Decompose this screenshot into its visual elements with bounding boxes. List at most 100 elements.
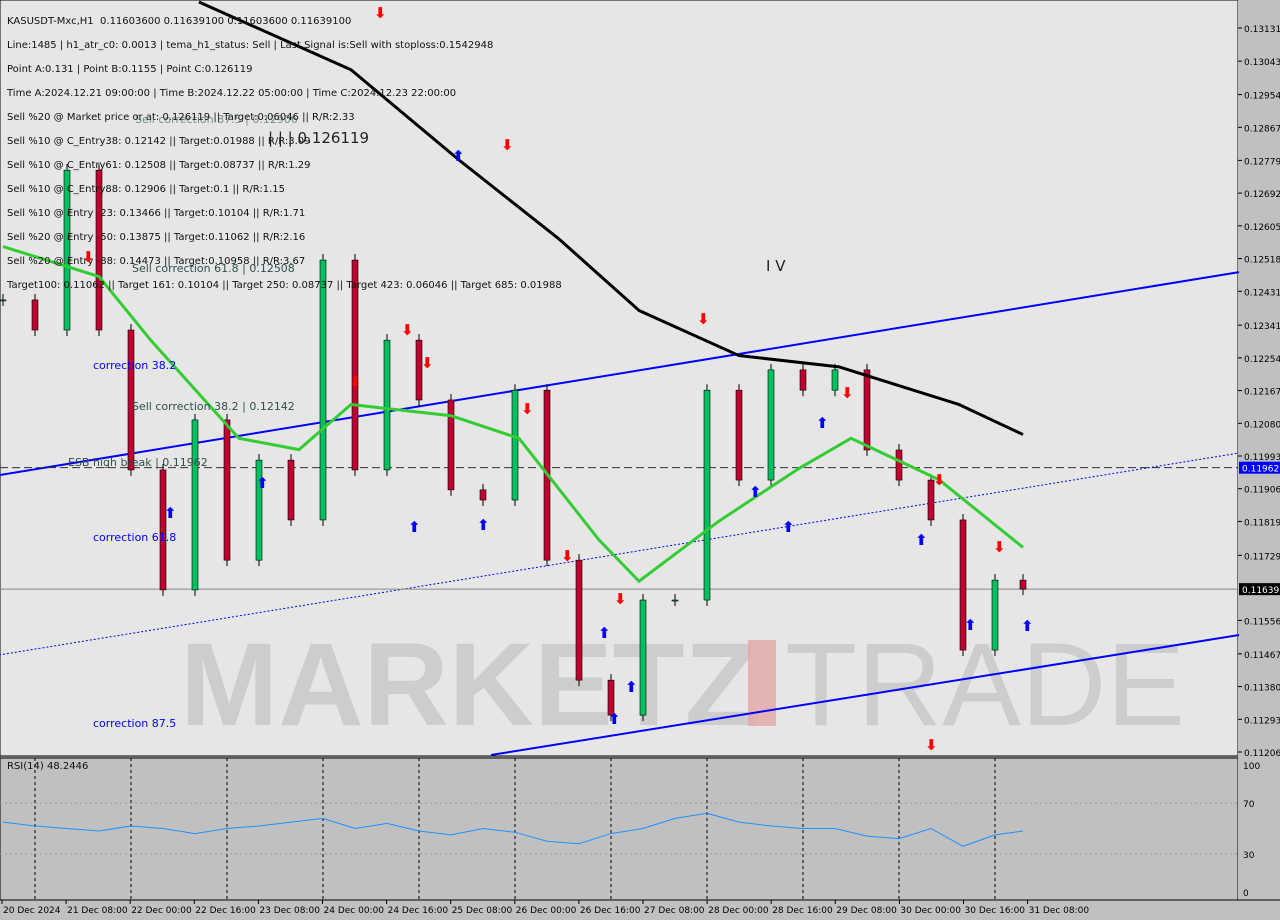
- y-tick-label: 0.12692: [1244, 190, 1280, 200]
- sell-arrow-icon: ⬇: [697, 310, 710, 328]
- buy-arrow-icon: ⬆: [256, 474, 269, 492]
- candle: [575, 559, 583, 681]
- candle: [895, 449, 903, 481]
- rsi-tick-label: 100: [1243, 762, 1260, 772]
- buy-arrow-icon: ⬆: [452, 147, 465, 165]
- info-line: Sell %10 @ Entry -23: 0.13466 || Target:…: [7, 208, 306, 219]
- watermark-logo: MARKETZ: [180, 619, 757, 751]
- sell-arrow-icon: ⬇: [925, 736, 938, 754]
- y-tick-label: 0.11467: [1244, 651, 1280, 661]
- y-tick-label: 0.12431: [1244, 288, 1280, 298]
- rsi-tick-label: 0: [1243, 889, 1249, 899]
- candle: [639, 599, 647, 716]
- candle: [703, 389, 711, 601]
- buy-arrow-icon: ⬆: [477, 516, 490, 534]
- buy-arrow-icon: ⬆: [164, 504, 177, 522]
- rsi-pane: [0, 757, 1239, 901]
- y-tick-label: 0.11556: [1244, 617, 1280, 627]
- x-tick-label: 24 Dec 00:00: [324, 906, 385, 916]
- sell-arrow-icon: ⬇: [374, 4, 387, 22]
- sell-arrow-icon: ⬇: [614, 590, 627, 608]
- rsi-tick-label: 30: [1243, 851, 1255, 861]
- sell-arrow-icon: ⬇: [841, 384, 854, 402]
- info-line: Sell %10 @ C_Entry61: 0.12508 || Target:…: [7, 160, 311, 171]
- info-line: Sell %10 @ C_Entry88: 0.12906 || Target:…: [7, 184, 286, 195]
- x-tick-label: 28 Dec 00:00: [708, 906, 769, 916]
- x-tick-label: 26 Dec 16:00: [580, 906, 641, 916]
- sell-arrow-icon: ⬇: [401, 321, 414, 339]
- y-tick-label: 0.11993: [1244, 453, 1280, 463]
- x-tick-label: 22 Dec 00:00: [131, 906, 192, 916]
- candle: [735, 389, 743, 481]
- candle: [383, 339, 391, 471]
- sell-arrow-icon: ⬇: [421, 354, 434, 372]
- buy-arrow-icon: ⬆: [608, 710, 621, 728]
- buy-arrow-icon: ⬆: [625, 678, 638, 696]
- correction-618-label: correction 61.8: [93, 531, 177, 544]
- y-tick-label: 0.11729: [1244, 552, 1280, 562]
- x-tick-label: 23 Dec 08:00: [259, 906, 320, 916]
- candle: [831, 369, 839, 391]
- buy-arrow-icon: ⬆: [915, 531, 928, 549]
- y-tick-label: 0.12867: [1244, 124, 1280, 134]
- sell-correction-618-label: Sell correction 61.8 | 0.12508: [132, 262, 295, 275]
- sell-arrow-icon: ⬇: [993, 538, 1006, 556]
- candle: [287, 459, 295, 521]
- info-line: Target100: 0.11062 || Target 161: 0.1010…: [7, 280, 562, 291]
- x-tick-label: 22 Dec 16:00: [195, 906, 256, 916]
- info-line: Point A:0.131 | Point B:0.1155 | Point C…: [7, 64, 253, 75]
- correction-875-label: correction 87.5: [93, 717, 177, 730]
- buy-arrow-icon: ⬆: [598, 624, 611, 642]
- buy-arrow-icon: ⬆: [749, 483, 762, 501]
- info-line: Sell %20 @ Entry -50: 0.13875 || Target:…: [7, 232, 306, 243]
- buy-arrow-icon: ⬆: [408, 518, 421, 536]
- esb-label: ESB high break | 0.11962: [68, 456, 208, 469]
- x-tick-label: 30 Dec 00:00: [900, 906, 961, 916]
- y-tick-label: 0.11380: [1244, 684, 1280, 694]
- candle: [863, 369, 871, 451]
- rsi-label: RSI(14) 48.2446: [7, 761, 89, 772]
- candle: [31, 299, 39, 331]
- candle: [799, 369, 807, 391]
- y-tick-label: 0.12954: [1244, 92, 1280, 102]
- last-price-label: 0.11639: [1242, 586, 1279, 596]
- buy-arrow-icon: ⬆: [964, 616, 977, 634]
- y-tick-label: 0.11206: [1244, 749, 1280, 759]
- buy-arrow-icon: ⬆: [816, 414, 829, 432]
- x-tick-label: 30 Dec 16:00: [965, 906, 1026, 916]
- y-tick-label: 0.12254: [1244, 355, 1280, 365]
- candle: [479, 489, 487, 501]
- sell-correction-875-label: Sell correction 87.5 | 0.12906: [135, 113, 298, 126]
- correction-382-label: correction 38.2: [93, 359, 177, 372]
- y-tick-label: 0.12605: [1244, 223, 1280, 233]
- y-tick-label: 0.11293: [1244, 716, 1280, 726]
- y-tick-label: 0.12779: [1244, 157, 1280, 167]
- sell-arrow-icon: ⬇: [521, 400, 534, 418]
- y-tick-label: 0.12080: [1244, 420, 1280, 430]
- sell-correction-382-label: Sell correction 38.2 | 0.12142: [132, 400, 295, 413]
- candle: [223, 419, 231, 561]
- candle: [0, 299, 7, 302]
- candle: [767, 369, 775, 481]
- y-tick-label: 0.11906: [1244, 486, 1280, 496]
- esb-price-label: 0.11962: [1242, 465, 1279, 475]
- x-tick-label: 27 Dec 08:00: [644, 906, 705, 916]
- y-tick-label: 0.12518: [1244, 256, 1280, 266]
- x-tick-label: 25 Dec 08:00: [452, 906, 513, 916]
- y-tick-label: 0.12341: [1244, 322, 1280, 332]
- candle: [1019, 579, 1027, 590]
- watermark-logo-text: TRADE: [785, 619, 1185, 751]
- wave-label: I V: [766, 257, 786, 275]
- x-tick-label: 26 Dec 00:00: [516, 906, 577, 916]
- buy-arrow-icon: ⬆: [782, 518, 795, 536]
- sell-arrow-icon: ⬇: [933, 471, 946, 489]
- candle: [991, 579, 999, 651]
- y-tick-label: 0.12167: [1244, 388, 1280, 398]
- point-c-label: | | | 0.126119: [268, 129, 370, 147]
- buy-arrow-icon: ⬆: [1021, 617, 1034, 635]
- candle: [671, 599, 679, 602]
- candle: [447, 399, 455, 491]
- info-line: Time A:2024.12.21 09:00:00 | Time B:2024…: [7, 88, 457, 99]
- sell-arrow-icon: ⬇: [82, 248, 95, 266]
- sell-arrow-icon: ⬇: [501, 136, 514, 154]
